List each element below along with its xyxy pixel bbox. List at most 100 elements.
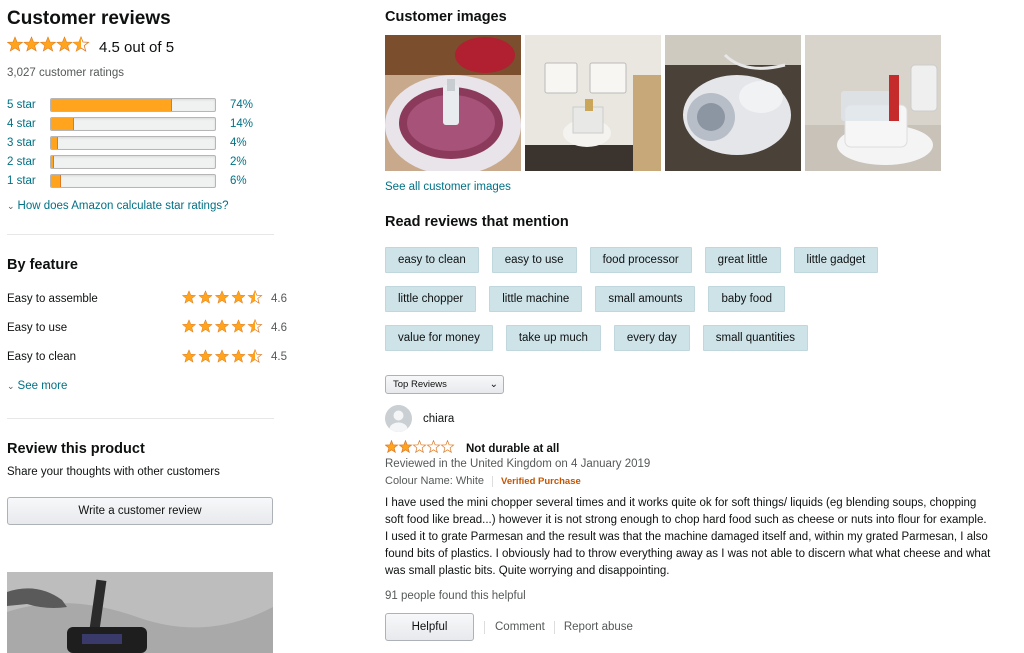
- feature-rating-value: 4.5: [271, 351, 287, 364]
- review-variant-line: Colour Name: White Verified Purchase: [385, 475, 581, 487]
- histogram-row[interactable]: 1 star 6%: [7, 171, 253, 190]
- comment-link[interactable]: Comment: [495, 621, 545, 633]
- customer-image-chopper-counter[interactable]: [525, 35, 661, 171]
- mention-chip-row: value for money take up much every day smal…: [385, 325, 878, 352]
- histogram-bar-fill: [51, 118, 74, 131]
- histogram-bar: [50, 154, 216, 169]
- histogram-row-percent: 4%: [230, 136, 247, 149]
- helpful-count: 91 people found this helpful: [385, 590, 526, 602]
- mention-chip[interactable]: easy to clean: [385, 247, 479, 273]
- histogram-bar: [50, 135, 216, 150]
- histogram-row[interactable]: 4 star 14%: [7, 115, 253, 134]
- mention-chips: easy to clean easy to use food processor gr…: [385, 247, 879, 364]
- sponsored-product-image[interactable]: [7, 572, 273, 653]
- verified-purchase-badge: Verified Purchase: [501, 475, 581, 487]
- customer-image-chopped-onion[interactable]: [385, 35, 521, 171]
- feature-ratings-list: Easy to assemble 4.6 Easy to use 4.6 Easy to…: [7, 284, 287, 372]
- by-feature-title: By feature: [7, 257, 78, 273]
- rating-histogram: 5 star 74% 4 star 14% 3 star 4% 2 star 2% 1 star…: [7, 96, 253, 190]
- customer-images-strip: [385, 35, 941, 171]
- write-review-button[interactable]: Write a customer review: [7, 497, 273, 525]
- customer-reviews-panel: Customer reviews 4.5 out of 5 3,027 cust…: [6, 0, 287, 653]
- feature-name: Easy to assemble: [7, 292, 98, 305]
- overall-rating-stars: [6, 35, 91, 58]
- review-title[interactable]: Not durable at all: [466, 443, 559, 455]
- mention-chip[interactable]: little gadget: [793, 247, 879, 273]
- mention-chip-row: little chopper little machine small amount…: [385, 286, 878, 313]
- chevron-down-icon: ⌄: [7, 380, 15, 391]
- reviewer-profile[interactable]: chiara: [385, 405, 454, 432]
- divider: [7, 418, 274, 419]
- see-all-customer-images-link[interactable]: See all customer images: [385, 181, 511, 193]
- report-abuse-link[interactable]: Report abuse: [564, 621, 633, 633]
- feature-rating-row: Easy to clean 4.5: [7, 343, 287, 372]
- feature-star-rating: [181, 290, 266, 307]
- customer-images-title: Customer images: [385, 9, 507, 25]
- star-rating-icon: [6, 35, 90, 52]
- customer-image-chopper-lid[interactable]: [665, 35, 801, 171]
- histogram-row-percent: 2%: [230, 155, 247, 168]
- feature-name: Easy to use: [7, 321, 68, 334]
- mention-chip[interactable]: take up much: [505, 325, 601, 351]
- feature-star-rating: [181, 319, 266, 336]
- customer-reviews-title: Customer reviews: [7, 8, 171, 29]
- review-date: Reviewed in the United Kingdom on 4 Janu…: [385, 458, 651, 470]
- mention-chip[interactable]: value for money: [385, 325, 493, 351]
- feature-rating-value: 4.6: [271, 321, 287, 334]
- feature-rating-row: Easy to use 4.6: [7, 313, 287, 342]
- mention-chip[interactable]: small quantities: [702, 325, 808, 351]
- mention-chip[interactable]: great little: [704, 247, 781, 273]
- customer-image-kenwood-chopper[interactable]: [805, 35, 941, 171]
- histogram-row-percent: 14%: [230, 118, 254, 131]
- review-actions: Helpful Comment Report abuse: [385, 613, 633, 641]
- feature-rating-row: Easy to assemble 4.6: [7, 284, 287, 313]
- reviewer-name: chiara: [423, 412, 455, 425]
- histogram-bar: [50, 173, 216, 188]
- feature-rating-value: 4.6: [271, 292, 287, 305]
- mention-chip[interactable]: easy to use: [491, 247, 577, 273]
- histogram-row[interactable]: 5 star 74%: [7, 96, 253, 115]
- divider: [484, 620, 485, 634]
- avatar-icon: [385, 405, 412, 432]
- read-reviews-mention-title: Read reviews that mention: [385, 214, 569, 230]
- chevron-down-icon: ⌄: [7, 200, 15, 211]
- mention-chip[interactable]: food processor: [589, 247, 692, 273]
- mention-chip[interactable]: small amounts: [595, 286, 696, 312]
- see-more-features-link[interactable]: ⌄ See more: [7, 380, 67, 392]
- histogram-row[interactable]: 3 star 4%: [7, 134, 253, 153]
- divider: [553, 620, 555, 634]
- histogram-row-label: 1 star: [7, 174, 36, 187]
- histogram-bar-fill: [51, 155, 55, 168]
- review-this-product-title: Review this product: [7, 441, 145, 457]
- review-body: I have used the mini chopper several tim…: [385, 497, 991, 577]
- feature-star-rating: [181, 348, 266, 366]
- histogram-bar: [50, 98, 216, 113]
- mention-chip[interactable]: little machine: [489, 286, 583, 312]
- histogram-bar: [50, 117, 216, 132]
- histogram-row-label: 2 star: [7, 155, 36, 168]
- histogram-row-percent: 6%: [230, 174, 247, 187]
- mention-chip-row: easy to clean easy to use food processor gr…: [385, 247, 879, 274]
- histogram-row-label: 5 star: [7, 99, 36, 112]
- review-variant: Colour Name: White: [385, 475, 485, 487]
- mention-chip[interactable]: little chopper: [385, 286, 477, 312]
- star-rating-icon: [384, 439, 455, 454]
- histogram-bar-fill: [51, 99, 173, 112]
- review-header: Not durable at all: [384, 439, 559, 458]
- review-this-product-subtitle: Share your thoughts with other customers: [7, 466, 220, 478]
- histogram-row-label: 4 star: [7, 118, 36, 131]
- feature-name: Easy to clean: [7, 351, 77, 364]
- histogram-bar-fill: [51, 136, 58, 149]
- histogram-row[interactable]: 2 star 2%: [7, 152, 253, 171]
- histogram-row-label: 3 star: [7, 136, 36, 149]
- helpful-button[interactable]: Helpful: [385, 613, 474, 641]
- mention-chip[interactable]: every day: [613, 325, 690, 351]
- histogram-bar-fill: [51, 174, 61, 187]
- chevron-down-icon: ⌄: [489, 379, 498, 390]
- how-ratings-calculated-link[interactable]: ⌄ How does Amazon calculate star ratings…: [7, 200, 229, 212]
- histogram-row-percent: 74%: [230, 99, 254, 112]
- mention-chip[interactable]: baby food: [708, 286, 785, 312]
- sort-reviews-select[interactable]: Top Reviews ⌄: [385, 375, 504, 394]
- review-star-rating: [384, 439, 457, 458]
- overall-rating-text: 4.5 out of 5: [99, 38, 175, 56]
